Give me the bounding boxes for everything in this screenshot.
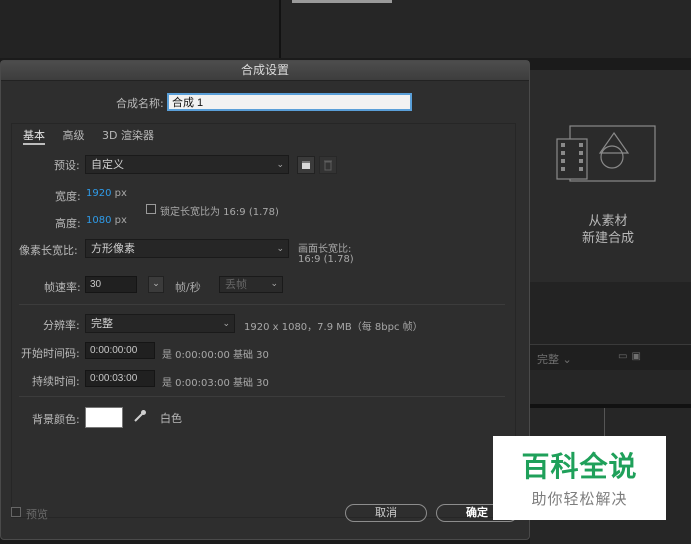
bg-color-name: 白色 [160, 412, 182, 425]
frame-rate-label: 帧速率: [44, 281, 81, 294]
height-field[interactable]: 1080 px [86, 215, 127, 226]
save-preset-button[interactable] [297, 156, 315, 174]
comp-name-input[interactable] [167, 93, 412, 111]
preset-select[interactable]: 自定义 ⌄ [85, 155, 289, 174]
frame-rate-dropdown[interactable]: ⌄ [148, 276, 164, 293]
chevron-down-icon: ⌄ [152, 279, 160, 289]
start-timecode-info: 是 0:00:00:00 基础 30 [162, 350, 269, 361]
drop-frame-select[interactable]: 丢帧 ⌄ [219, 276, 283, 293]
watermark-subtitle: 助你轻松解决 [531, 490, 628, 508]
frame-rate-unit: 帧/秒 [175, 281, 201, 294]
watermark-title: 百科全说 [521, 450, 638, 483]
lock-aspect-label: 锁定长宽比为 16:9 (1.78) [160, 207, 279, 218]
width-value[interactable]: 1920 [86, 188, 111, 199]
trash-icon [324, 160, 332, 171]
dialog-titlebar: 合成设置 [1, 61, 529, 81]
composition-settings-dialog: 合成设置 合成名称: 基本 高级 3D 渲染器 预设: 自定义 ⌄ 宽度: 19… [0, 60, 530, 540]
bg-color-swatch[interactable] [85, 407, 123, 428]
width-field[interactable]: 1920 px [86, 188, 127, 199]
resolution-value: 完整 [91, 317, 113, 330]
duration-info: 是 0:00:03:00 基础 30 [162, 378, 269, 389]
background-panel-top-right [281, 0, 691, 58]
pixel-aspect-select[interactable]: 方形像素 ⌄ [85, 239, 289, 258]
chevron-down-icon: ⌄ [276, 160, 284, 170]
preview-label: 预览 [26, 508, 48, 521]
eyedropper-button[interactable] [131, 407, 149, 425]
width-label: 宽度: [55, 190, 81, 203]
chevron-down-icon: ⌄ [276, 244, 284, 254]
duration-input[interactable] [85, 370, 155, 387]
timeline-ruler [530, 404, 691, 408]
new-comp-label-line1: 从素材 [588, 214, 628, 229]
chevron-down-icon: ⌄ [222, 319, 230, 329]
start-timecode-label: 开始时间码: [21, 347, 80, 360]
pixel-aspect-value: 方形像素 [91, 242, 135, 255]
watermark-logo: 百科全说 助你轻松解决 [493, 436, 666, 520]
resolution-label: 分辨率: [43, 319, 80, 332]
section-divider [19, 304, 505, 305]
new-comp-label-line2: 新建合成 [581, 231, 634, 246]
preset-label: 预设: [54, 159, 80, 172]
new-comp-from-footage-icon[interactable] [556, 125, 656, 183]
timeline-marker [604, 408, 605, 438]
viewer-icons[interactable]: ▭▣ [618, 351, 645, 362]
eyedropper-icon [134, 410, 146, 422]
preview-checkbox[interactable] [11, 507, 21, 517]
height-unit: px [114, 215, 127, 226]
section-divider [19, 396, 505, 397]
start-timecode-input[interactable] [85, 342, 155, 359]
height-value[interactable]: 1080 [86, 215, 111, 226]
viewer-quality-label: 完整 [537, 353, 559, 366]
frame-aspect-label: 画面长宽比: [298, 244, 352, 255]
lock-aspect-checkbox[interactable] [146, 204, 156, 214]
frame-aspect-value: 16:9 (1.78) [298, 254, 354, 265]
width-unit: px [114, 188, 127, 199]
chevron-down-icon: ⌄ [270, 279, 278, 289]
resolution-select[interactable]: 完整 ⌄ [85, 314, 235, 333]
preset-value: 自定义 [91, 158, 124, 171]
drop-frame-value: 丢帧 [225, 278, 247, 291]
duration-label: 持续时间: [32, 375, 80, 388]
viewer-quality-select[interactable]: 完整 ⌄ [537, 351, 572, 367]
resolution-info: 1920 x 1080，7.9 MB（每 8bpc 帧） [244, 322, 423, 333]
frame-rate-input[interactable] [85, 276, 137, 293]
new-comp-from-footage-label[interactable]: 从素材 新建合成 [540, 213, 676, 247]
save-preset-icon [302, 161, 310, 169]
panel-tab-indicator [292, 0, 392, 3]
delete-preset-button[interactable] [319, 156, 337, 174]
height-label: 高度: [55, 217, 81, 230]
pixel-aspect-label: 像素长宽比: [19, 244, 78, 257]
bg-color-label: 背景颜色: [32, 413, 80, 426]
composition-panel-lower [530, 282, 691, 344]
comp-name-label: 合成名称: [116, 97, 164, 110]
cancel-button[interactable]: 取消 [345, 504, 427, 522]
background-panel-top-left [0, 0, 280, 58]
